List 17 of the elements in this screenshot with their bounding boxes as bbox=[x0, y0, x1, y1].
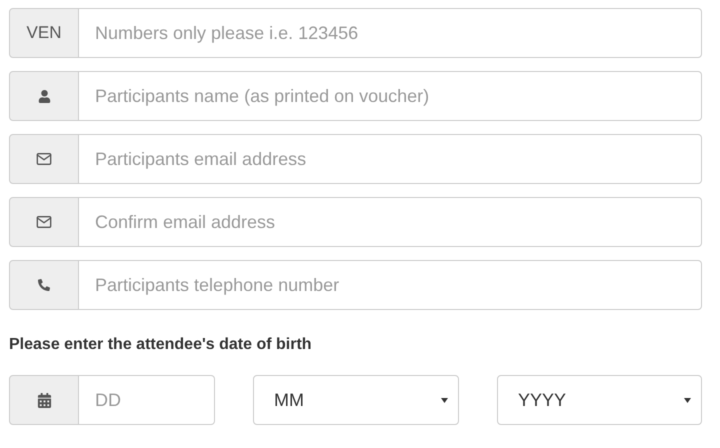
user-icon bbox=[38, 90, 50, 102]
text-field[interactable]: Confirm email address bbox=[79, 197, 702, 247]
envelope-icon bbox=[36, 214, 52, 230]
calendar-icon bbox=[36, 392, 52, 408]
text-field[interactable]: Participants name (as printed on voucher) bbox=[79, 71, 702, 121]
phone-icon bbox=[38, 279, 50, 291]
text-field[interactable]: Numbers only please i.e. 123456 bbox=[79, 8, 702, 58]
day-field[interactable]: DD bbox=[79, 375, 215, 425]
month-select[interactable]: MM bbox=[253, 375, 459, 425]
caret-icon bbox=[684, 398, 691, 402]
envelope-icon bbox=[36, 151, 52, 167]
caret-icon bbox=[441, 398, 448, 402]
year-select[interactable]: YYYY bbox=[497, 375, 702, 425]
dob-label: Please enter the attendee's date of birth bbox=[9, 335, 313, 355]
addon-label: VEN bbox=[26, 22, 62, 44]
text-field[interactable]: Participants telephone number bbox=[79, 260, 702, 310]
text-field[interactable]: Participants email address bbox=[79, 134, 702, 184]
